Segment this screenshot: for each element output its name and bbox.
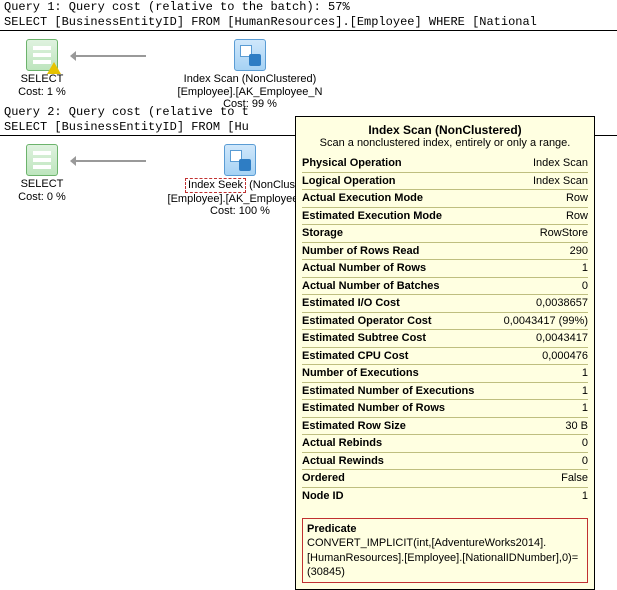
tooltip-row: Actual Rebinds 0 bbox=[302, 435, 588, 453]
select-cost: Cost: 0 % bbox=[12, 191, 72, 204]
select-label: SELECT bbox=[12, 73, 72, 86]
predicate-text: CONVERT_IMPLICIT(int,[AdventureWorks2014… bbox=[307, 536, 583, 579]
tooltip-row: Estimated Operator Cost 0,0043417 (99%) bbox=[302, 313, 588, 331]
query2-sql: SELECT [BusinessEntityID] FROM [Hu bbox=[4, 120, 249, 134]
tooltip-row: Estimated Row Size 30 B bbox=[302, 418, 588, 436]
arrow-icon bbox=[76, 55, 146, 57]
tooltip-row-key: Actual Number of Rows bbox=[302, 260, 426, 277]
query2-select-node[interactable]: SELECT Cost: 0 % bbox=[12, 144, 72, 203]
tooltip-row-key: Storage bbox=[302, 225, 343, 242]
tooltip-row-key: Estimated I/O Cost bbox=[302, 295, 400, 312]
tooltip-row: Estimated Number of Executions 1 bbox=[302, 383, 588, 401]
select-cost: Cost: 1 % bbox=[12, 86, 72, 99]
tooltip-row-value: 1 bbox=[582, 365, 588, 382]
tooltip-row: Estimated CPU Cost 0,000476 bbox=[302, 348, 588, 366]
select-label: SELECT bbox=[12, 178, 72, 191]
tooltip-row-value: 0 bbox=[582, 453, 588, 470]
tooltip-row-key: Actual Number of Batches bbox=[302, 278, 440, 295]
tooltip-row-key: Physical Operation bbox=[302, 155, 402, 172]
op-title-rest: (NonClus bbox=[246, 179, 295, 191]
tooltip-row: Number of Rows Read 290 bbox=[302, 243, 588, 261]
select-icon bbox=[26, 144, 58, 176]
tooltip-row-key: Logical Operation bbox=[302, 173, 396, 190]
query1-plan: SELECT Cost: 1 % Index Scan (NonClustere… bbox=[0, 31, 617, 105]
tooltip-row-key: Node ID bbox=[302, 488, 344, 505]
tooltip-row-value: False bbox=[561, 470, 588, 487]
tooltip-row-value: 0,0043417 (99%) bbox=[504, 313, 588, 330]
tooltip-row: Actual Number of Rows 1 bbox=[302, 260, 588, 278]
tooltip-row-value: 30 B bbox=[565, 418, 588, 435]
query1-sql: SELECT [BusinessEntityID] FROM [HumanRes… bbox=[4, 15, 537, 29]
query1-title: Query 1: Query cost (relative to the bat… bbox=[4, 0, 350, 14]
tooltip-row-value: 0,0038657 bbox=[536, 295, 588, 312]
operator-tooltip: Index Scan (NonClustered) Scan a nonclus… bbox=[295, 116, 595, 590]
tooltip-row-value: 0,0043417 bbox=[536, 330, 588, 347]
tooltip-row: Estimated Subtree Cost 0,0043417 bbox=[302, 330, 588, 348]
tooltip-row: Node ID 1 bbox=[302, 488, 588, 505]
predicate-label: Predicate bbox=[307, 522, 583, 536]
tooltip-row-value: 1 bbox=[582, 400, 588, 417]
arrow-icon bbox=[76, 160, 146, 162]
tooltip-row-key: Estimated Number of Rows bbox=[302, 400, 445, 417]
op-object: [Employee].[AK_Employee_N bbox=[150, 86, 350, 99]
tooltip-row-key: Estimated Subtree Cost bbox=[302, 330, 426, 347]
tooltip-row-value: Index Scan bbox=[533, 173, 588, 190]
tooltip-row: Ordered False bbox=[302, 470, 588, 488]
tooltip-row: Estimated Number of Rows 1 bbox=[302, 400, 588, 418]
index-scan-icon bbox=[234, 39, 266, 71]
tooltip-row: Estimated Execution Mode Row bbox=[302, 208, 588, 226]
tooltip-row-value: Index Scan bbox=[533, 155, 588, 172]
query1-select-node[interactable]: SELECT Cost: 1 % bbox=[12, 39, 72, 98]
tooltip-row-key: Actual Rebinds bbox=[302, 435, 382, 452]
tooltip-row-value: 0 bbox=[582, 435, 588, 452]
tooltip-row-value: Row bbox=[566, 190, 588, 207]
tooltip-row: Storage RowStore bbox=[302, 225, 588, 243]
tooltip-properties: Physical OperationIndex ScanLogical Oper… bbox=[302, 155, 588, 504]
tooltip-row: Actual Rewinds 0 bbox=[302, 453, 588, 471]
tooltip-row-key: Number of Executions bbox=[302, 365, 419, 382]
tooltip-row-value: 0 bbox=[582, 278, 588, 295]
tooltip-row-value: 1 bbox=[582, 260, 588, 277]
tooltip-row: Actual Number of Batches 0 bbox=[302, 278, 588, 296]
tooltip-row-key: Estimated Row Size bbox=[302, 418, 406, 435]
tooltip-title: Index Scan (NonClustered) bbox=[302, 123, 588, 137]
tooltip-subtitle: Scan a nonclustered index, entirely or o… bbox=[302, 137, 588, 149]
tooltip-row: Actual Execution Mode Row bbox=[302, 190, 588, 208]
predicate-box: Predicate CONVERT_IMPLICIT(int,[Adventur… bbox=[302, 518, 588, 583]
tooltip-row-key: Ordered bbox=[302, 470, 345, 487]
seek-highlight: Index Seek bbox=[185, 178, 246, 193]
op-cost: Cost: 99 % bbox=[150, 98, 350, 111]
tooltip-row-value: 0,000476 bbox=[542, 348, 588, 365]
select-icon bbox=[26, 39, 58, 71]
index-seek-icon bbox=[224, 144, 256, 176]
tooltip-row-key: Estimated Execution Mode bbox=[302, 208, 442, 225]
query1-indexscan-node[interactable]: Index Scan (NonClustered) [Employee].[AK… bbox=[150, 39, 350, 111]
tooltip-row-value: 1 bbox=[582, 383, 588, 400]
op-title: Index Scan (NonClustered) bbox=[150, 73, 350, 86]
tooltip-row-key: Actual Rewinds bbox=[302, 453, 384, 470]
tooltip-row-key: Estimated Number of Executions bbox=[302, 383, 474, 400]
tooltip-row-value: Row bbox=[566, 208, 588, 225]
tooltip-row-value: RowStore bbox=[540, 225, 588, 242]
warning-icon bbox=[47, 62, 61, 74]
tooltip-row-key: Estimated Operator Cost bbox=[302, 313, 432, 330]
tooltip-row-key: Number of Rows Read bbox=[302, 243, 419, 260]
query1-header: Query 1: Query cost (relative to the bat… bbox=[0, 0, 617, 31]
tooltip-row: Estimated I/O Cost 0,0038657 bbox=[302, 295, 588, 313]
tooltip-row-value: 290 bbox=[570, 243, 588, 260]
tooltip-row: Logical Operation Index Scan bbox=[302, 173, 588, 191]
tooltip-row: Physical Operation Index Scan bbox=[302, 155, 588, 173]
tooltip-row-key: Estimated CPU Cost bbox=[302, 348, 408, 365]
tooltip-row-key: Actual Execution Mode bbox=[302, 190, 423, 207]
tooltip-row: Number of Executions 1 bbox=[302, 365, 588, 383]
tooltip-row-value: 1 bbox=[582, 488, 588, 505]
